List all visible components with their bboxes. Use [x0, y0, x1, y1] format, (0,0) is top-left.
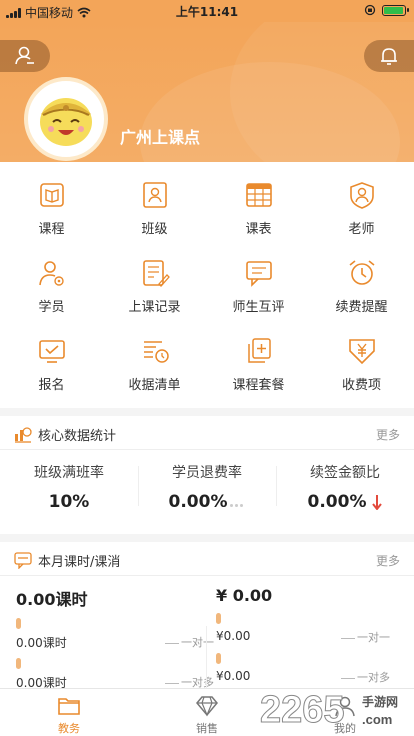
status-bar: 中国移动 上午11:41 — [0, 0, 414, 22]
alarm-icon — [349, 260, 374, 285]
grid-item-label: 课表 — [245, 222, 272, 237]
watermark-sub: 手游网 — [362, 694, 398, 709]
fee-icon — [348, 339, 375, 365]
amount-row: ¥0.00 一对一 — [216, 607, 390, 645]
watermark-number: 2265 — [260, 689, 345, 730]
amount-total: ¥ 0.00 — [216, 586, 273, 605]
tab-sales[interactable]: 销售 — [138, 689, 276, 736]
grid-item-student[interactable]: 学员 — [0, 240, 103, 318]
grid-item-label: 学员 — [38, 300, 65, 315]
clock: 上午11:41 — [175, 5, 239, 19]
class-icon — [142, 182, 167, 208]
more-link[interactable]: 更多 — [376, 426, 400, 443]
grid-item-label: 报名 — [38, 378, 65, 393]
grid-item-receipt[interactable]: 收据清单 — [103, 318, 206, 396]
bar-indicator — [16, 618, 21, 629]
feature-grid: 课程 班级 课表 老师学员 上课记录 师生互评 续费提醒报名 收据清单 课程套餐 收费项 — [0, 162, 414, 408]
tab-label: 销售 — [196, 722, 218, 735]
row-label: 一对一 — [341, 629, 390, 645]
book-icon — [39, 183, 64, 207]
chat-icon — [245, 261, 272, 287]
profile-button[interactable] — [0, 40, 50, 72]
grid-item-label: 上课记录 — [128, 300, 181, 315]
grid-item-alarm[interactable]: 续费提醒 — [310, 240, 413, 318]
core-stats-section: 核心数据统计 更多 班级满班率 10% 学员退费率 0.00% 续签金额比 0.… — [0, 416, 414, 534]
orientation-lock-icon — [364, 4, 376, 16]
row-value: 0.00课时 — [16, 636, 67, 650]
school-name: 广州上课点 — [120, 128, 201, 147]
monthly-hours-section: 本月课时/课消 更多 0.00课时 0.00课时 一对一 0.00课时 一对多 … — [0, 542, 414, 716]
stat-value: 0.00% — [307, 492, 367, 512]
grid-item-label: 课程 — [38, 222, 65, 237]
watermark-domain: .com — [362, 712, 392, 727]
stat-value: 10% — [48, 492, 90, 512]
grid-item-label: 师生互评 — [232, 300, 285, 315]
grid-item-label: 班级 — [141, 222, 168, 237]
grid-item-label: 收费项 — [341, 378, 381, 393]
bar-indicator — [216, 653, 221, 664]
trend-dots-icon — [230, 492, 245, 512]
grid-item-book[interactable]: 课程 — [0, 162, 103, 240]
monkey-avatar-icon — [40, 98, 92, 146]
grid-item-package[interactable]: 课程套餐 — [207, 318, 310, 396]
row-value: ¥0.00 — [216, 629, 251, 643]
stat-refund-rate: 学员退费率 0.00% — [138, 450, 276, 534]
diamond-icon — [196, 696, 218, 717]
bell-icon — [381, 48, 397, 65]
watermark-logo: 2265 手游网 .com — [260, 689, 399, 731]
section-title: 本月课时/课消 — [38, 555, 121, 570]
avatar[interactable] — [24, 77, 108, 161]
notification-button[interactable] — [364, 40, 414, 72]
stat-label: 学员退费率 — [172, 465, 242, 481]
hours-row: 0.00课时 一对一 — [16, 612, 214, 650]
grid-item-label: 课程套餐 — [232, 378, 285, 393]
tab-label: 教务 — [58, 722, 80, 735]
timetable-icon — [245, 183, 272, 207]
more-link[interactable]: 更多 — [376, 552, 400, 569]
stat-label: 班级满班率 — [34, 465, 104, 481]
grid-item-label: 收据清单 — [128, 378, 181, 393]
bar-indicator — [16, 658, 21, 669]
grid-item-teacher[interactable]: 老师 — [310, 162, 413, 240]
package-icon — [247, 338, 271, 363]
grid-item-label: 续费提醒 — [335, 300, 388, 315]
section-title: 核心数据统计 — [38, 429, 117, 444]
grid-item-label: 老师 — [348, 222, 375, 237]
chart-icon — [15, 427, 32, 443]
hours-row: 0.00课时 一对多 — [16, 652, 214, 690]
folder-icon — [58, 698, 80, 715]
grid-item-record[interactable]: 上课记录 — [103, 240, 206, 318]
tab-academic[interactable]: 教务 — [0, 689, 138, 736]
message-icon — [14, 552, 32, 569]
stat-label: 续签金额比 — [310, 465, 380, 481]
grid-item-enroll[interactable]: 报名 — [0, 318, 103, 396]
grid-item-fee[interactable]: 收费项 — [310, 318, 413, 396]
row-value: ¥0.00 — [216, 669, 251, 683]
teacher-icon — [349, 182, 374, 209]
grid-item-timetable[interactable]: 课表 — [207, 162, 310, 240]
stat-value: 0.00% — [168, 492, 228, 512]
receipt-icon — [143, 341, 169, 363]
stat-renewal-ratio: 续签金额比 0.00% — [276, 450, 414, 534]
row-label: 一对多 — [341, 669, 390, 685]
bar-indicator — [216, 613, 221, 624]
enroll-icon — [38, 340, 65, 363]
grid-item-class[interactable]: 班级 — [103, 162, 206, 240]
grid-item-chat[interactable]: 师生互评 — [207, 240, 310, 318]
record-icon — [142, 260, 170, 287]
user-icon — [15, 46, 34, 65]
hours-total: 0.00课时 — [16, 590, 88, 609]
stat-full-class-rate: 班级满班率 10% — [0, 450, 138, 534]
amount-row: ¥0.00 一对多 — [216, 647, 390, 685]
arrow-down-icon — [372, 495, 383, 510]
student-icon — [38, 261, 64, 286]
battery-icon — [382, 4, 409, 16]
